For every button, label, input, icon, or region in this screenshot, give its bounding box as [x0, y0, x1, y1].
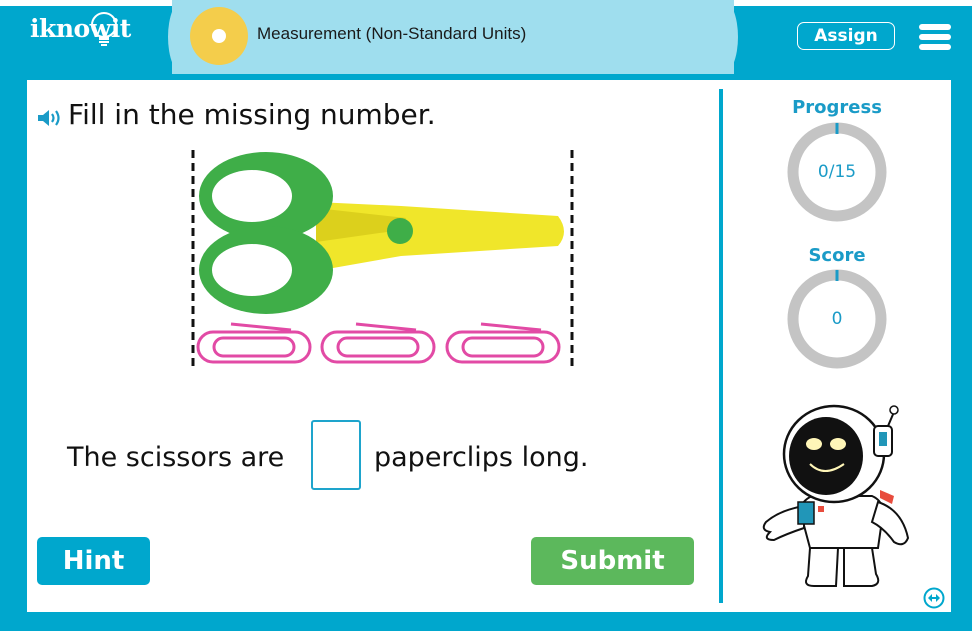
- topic-icon: [190, 7, 248, 65]
- panel-divider: [719, 89, 723, 603]
- hamburger-menu-icon[interactable]: [919, 24, 951, 52]
- paperclip-3: [445, 322, 561, 364]
- scissors-image: [199, 152, 564, 314]
- progress-value: 0/15: [817, 162, 857, 182]
- score-value: 0: [831, 309, 843, 329]
- speaker-icon[interactable]: [37, 108, 63, 128]
- sentence-after: paperclips long.: [374, 442, 589, 473]
- expand-arrows-icon[interactable]: [923, 587, 945, 609]
- lightbulb-icon: [91, 12, 117, 46]
- paperclip-2: [320, 322, 436, 364]
- question-prompt: Fill in the missing number.: [68, 98, 436, 131]
- submit-button[interactable]: Submit: [531, 537, 694, 585]
- hint-button[interactable]: Hint: [37, 537, 150, 585]
- progress-label: Progress: [792, 97, 882, 118]
- topic-title: Measurement (Non-Standard Units): [257, 24, 527, 43]
- score-label: Score: [808, 245, 866, 266]
- sentence-before: The scissors are: [67, 442, 285, 473]
- paperclip-1: [196, 322, 312, 364]
- astronaut-mascot: [762, 404, 910, 587]
- top-bar: iknowit Measurement (Non-Standard Units)…: [0, 0, 972, 74]
- assign-button[interactable]: Assign: [797, 22, 895, 50]
- scissors-paperclip-illustration: [191, 150, 574, 370]
- answer-input[interactable]: [311, 420, 361, 490]
